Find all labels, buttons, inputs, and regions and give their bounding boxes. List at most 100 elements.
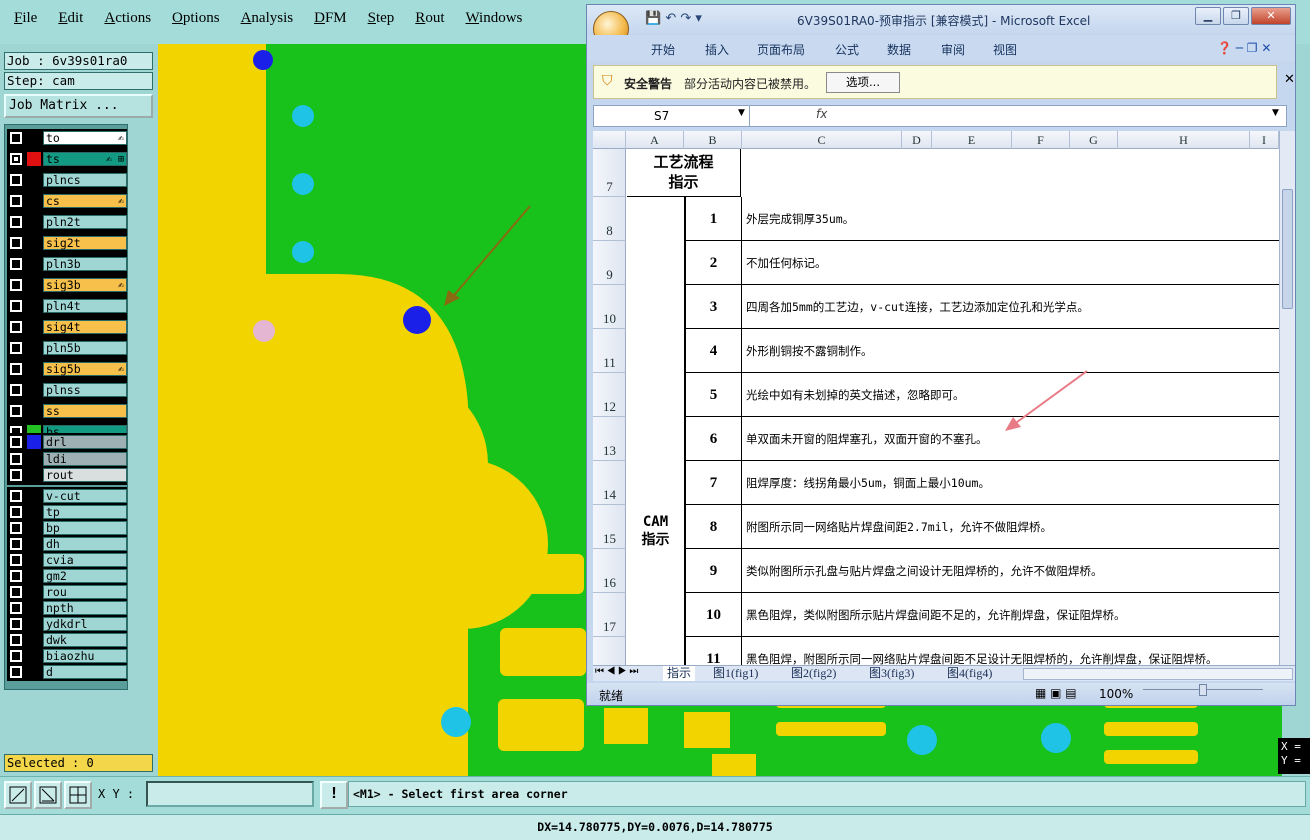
job-matrix-button[interactable]: Job Matrix ... (4, 94, 153, 118)
menu-edit[interactable]: Edit (58, 10, 83, 27)
layer-name[interactable]: pln2t (43, 215, 127, 229)
measure-icon[interactable] (34, 781, 62, 809)
layer-row-cs[interactable]: cs ✍ (7, 193, 127, 209)
instruction-cell[interactable]: 外层完成铜厚35um。 (741, 197, 1279, 241)
row-header[interactable]: 7 (593, 149, 626, 197)
item-number-cell[interactable]: 1 (685, 197, 741, 241)
layer-name[interactable]: pln4t (43, 299, 127, 313)
zoom-slider[interactable] (1143, 684, 1263, 699)
layer-checkbox[interactable] (10, 153, 22, 165)
menu-rout[interactable]: Rout (415, 10, 444, 27)
layer-name[interactable]: rout (43, 468, 127, 482)
menu-analysis[interactable]: Analysis (241, 10, 294, 27)
row-header[interactable]: 17 (593, 593, 626, 637)
column-header[interactable]: E (932, 131, 1012, 149)
instruction-cell[interactable]: 阻焊厚度：线拐角最小5um，铜面上最小10um。 (741, 461, 1279, 505)
layer-checkbox[interactable] (10, 570, 22, 582)
layer-row-bp[interactable]: bp (7, 520, 127, 536)
ribbon-tab-5[interactable]: 审阅 (941, 41, 965, 58)
instruction-cell[interactable]: 类似附图所示孔盘与贴片焊盘之间设计无阻焊桥的，允许不做阻焊桥。 (741, 549, 1279, 593)
row-header[interactable]: 13 (593, 417, 626, 461)
layer-checkbox[interactable] (10, 195, 22, 207)
layer-name[interactable]: v-cut (43, 489, 127, 503)
item-number-cell[interactable]: 5 (685, 373, 741, 417)
process-header-cell[interactable]: 工艺流程 指示 (627, 149, 741, 197)
layer-row-drl[interactable]: drl (7, 434, 127, 450)
layer-row-rout[interactable]: rout (7, 467, 127, 483)
item-number-cell[interactable]: 11 (685, 637, 741, 665)
expand-formula-icon[interactable]: ▼ (1272, 108, 1279, 118)
ribbon-tab-0[interactable]: 开始 (651, 41, 675, 58)
sheet-tab[interactable]: 指示 (663, 666, 696, 681)
instruction-cell[interactable]: 单双面未开窗的阻焊塞孔，双面开窗的不塞孔。 (741, 417, 1279, 461)
sheet-tab[interactable]: 图4(fig4) (943, 666, 996, 681)
menu-step[interactable]: Step (368, 10, 395, 27)
menu-dfm[interactable]: DFM (314, 10, 347, 27)
item-number-cell[interactable]: 9 (685, 549, 741, 593)
sheet-tab[interactable]: 图3(fig3) (865, 666, 918, 681)
row-header[interactable]: 8 (593, 197, 626, 241)
layer-row-pln5b[interactable]: pln5b (7, 340, 127, 356)
item-number-cell[interactable]: 3 (685, 285, 741, 329)
column-header[interactable]: A (626, 131, 684, 149)
ribbon-tab-2[interactable]: 页面布局 (757, 41, 805, 58)
layer-name[interactable]: d (43, 665, 127, 679)
select-all-corner[interactable] (593, 131, 626, 149)
vertical-scrollbar[interactable] (1279, 131, 1295, 665)
item-number-cell[interactable]: 7 (685, 461, 741, 505)
item-number-cell[interactable]: 4 (685, 329, 741, 373)
layer-name[interactable]: cs ✍ (43, 194, 127, 208)
worksheet-grid[interactable]: 7 工艺流程 指示 CAM 指示 8 1 外层完成铜厚35um。 9 2 不加任何标记。 10 3 四… (593, 149, 1279, 665)
layer-row-sig2t[interactable]: sig2t (7, 235, 127, 251)
layer-name[interactable]: plncs (43, 173, 127, 187)
layer-row-gm2[interactable]: gm2 (7, 568, 127, 584)
zoom-fit-icon[interactable] (4, 781, 32, 809)
horizontal-scrollbar[interactable] (1023, 668, 1293, 680)
layer-checkbox[interactable] (10, 538, 22, 550)
security-options-button[interactable]: 选项... (826, 72, 900, 93)
layer-name[interactable]: bp (43, 521, 127, 535)
xy-input[interactable] (146, 781, 314, 807)
layer-checkbox[interactable] (10, 634, 22, 646)
layer-name[interactable]: to ✍ (43, 131, 127, 145)
layer-row-plncs[interactable]: plncs (7, 172, 127, 188)
layer-name[interactable]: ss (43, 404, 127, 418)
layer-name[interactable]: biaozhu (43, 649, 127, 663)
instruction-cell[interactable]: 黑色阻焊，类似附图所示贴片焊盘间距不足的，允许削焊盘，保证阻焊桥。 (741, 593, 1279, 637)
view-mode-icons[interactable]: ▦ ▣ ▤ (1035, 686, 1077, 700)
help-icon[interactable]: ❓ ─ ❐ ✕ (1217, 41, 1271, 55)
layer-checkbox[interactable] (10, 522, 22, 534)
ribbon-tab-6[interactable]: 视图 (993, 41, 1017, 58)
layer-checkbox[interactable] (10, 363, 22, 375)
column-header[interactable]: G (1070, 131, 1118, 149)
layer-row-d[interactable]: d (7, 664, 127, 680)
layer-checkbox[interactable] (10, 384, 22, 396)
layer-name[interactable]: pln5b (43, 341, 127, 355)
sheet-tab[interactable]: 图2(fig2) (787, 666, 840, 681)
instruction-cell[interactable]: 黑色阻焊，附图所示同一网络贴片焊盘间距不足设计无阻焊桥的，允许削焊盘，保证阻焊桥… (741, 637, 1279, 665)
instruction-cell[interactable]: 附图所示同一网络贴片焊盘间距2.7mil，允许不做阻焊桥。 (741, 505, 1279, 549)
name-box[interactable]: S7 (594, 106, 750, 126)
layer-row-pln4t[interactable]: pln4t (7, 298, 127, 314)
menu-actions[interactable]: Actions (104, 10, 151, 27)
row-header[interactable]: 12 (593, 373, 626, 417)
excel-title-bar[interactable]: 💾 ↶ ↷ ▾ 6V39S01RA0-预审指示 [兼容模式] - Microso… (587, 5, 1295, 47)
layer-name[interactable]: pln3b (43, 257, 127, 271)
layer-row-ss[interactable]: ss (7, 403, 127, 419)
layer-name[interactable]: ldi (43, 451, 127, 466)
column-header[interactable]: D (902, 131, 932, 149)
excel-window[interactable]: 💾 ↶ ↷ ▾ 6V39S01RA0-预审指示 [兼容模式] - Microso… (586, 4, 1296, 706)
item-number-cell[interactable]: 8 (685, 505, 741, 549)
layer-checkbox[interactable] (10, 258, 22, 270)
layer-name[interactable]: sig5b ✍ (43, 362, 127, 376)
cam-section-cell[interactable]: CAM 指示 (627, 197, 685, 665)
layer-row-cvia[interactable]: cvia (7, 552, 127, 568)
menu-file[interactable]: File (14, 10, 37, 27)
row-header[interactable]: 11 (593, 329, 626, 373)
layer-name[interactable]: sig4t (43, 320, 127, 334)
close-icon[interactable]: ✕ (1251, 7, 1291, 25)
layer-row-biaozhu[interactable]: biaozhu (7, 648, 127, 664)
row-header[interactable]: 9 (593, 241, 626, 285)
item-number-cell[interactable]: 6 (685, 417, 741, 461)
layer-checkbox[interactable] (10, 490, 22, 502)
